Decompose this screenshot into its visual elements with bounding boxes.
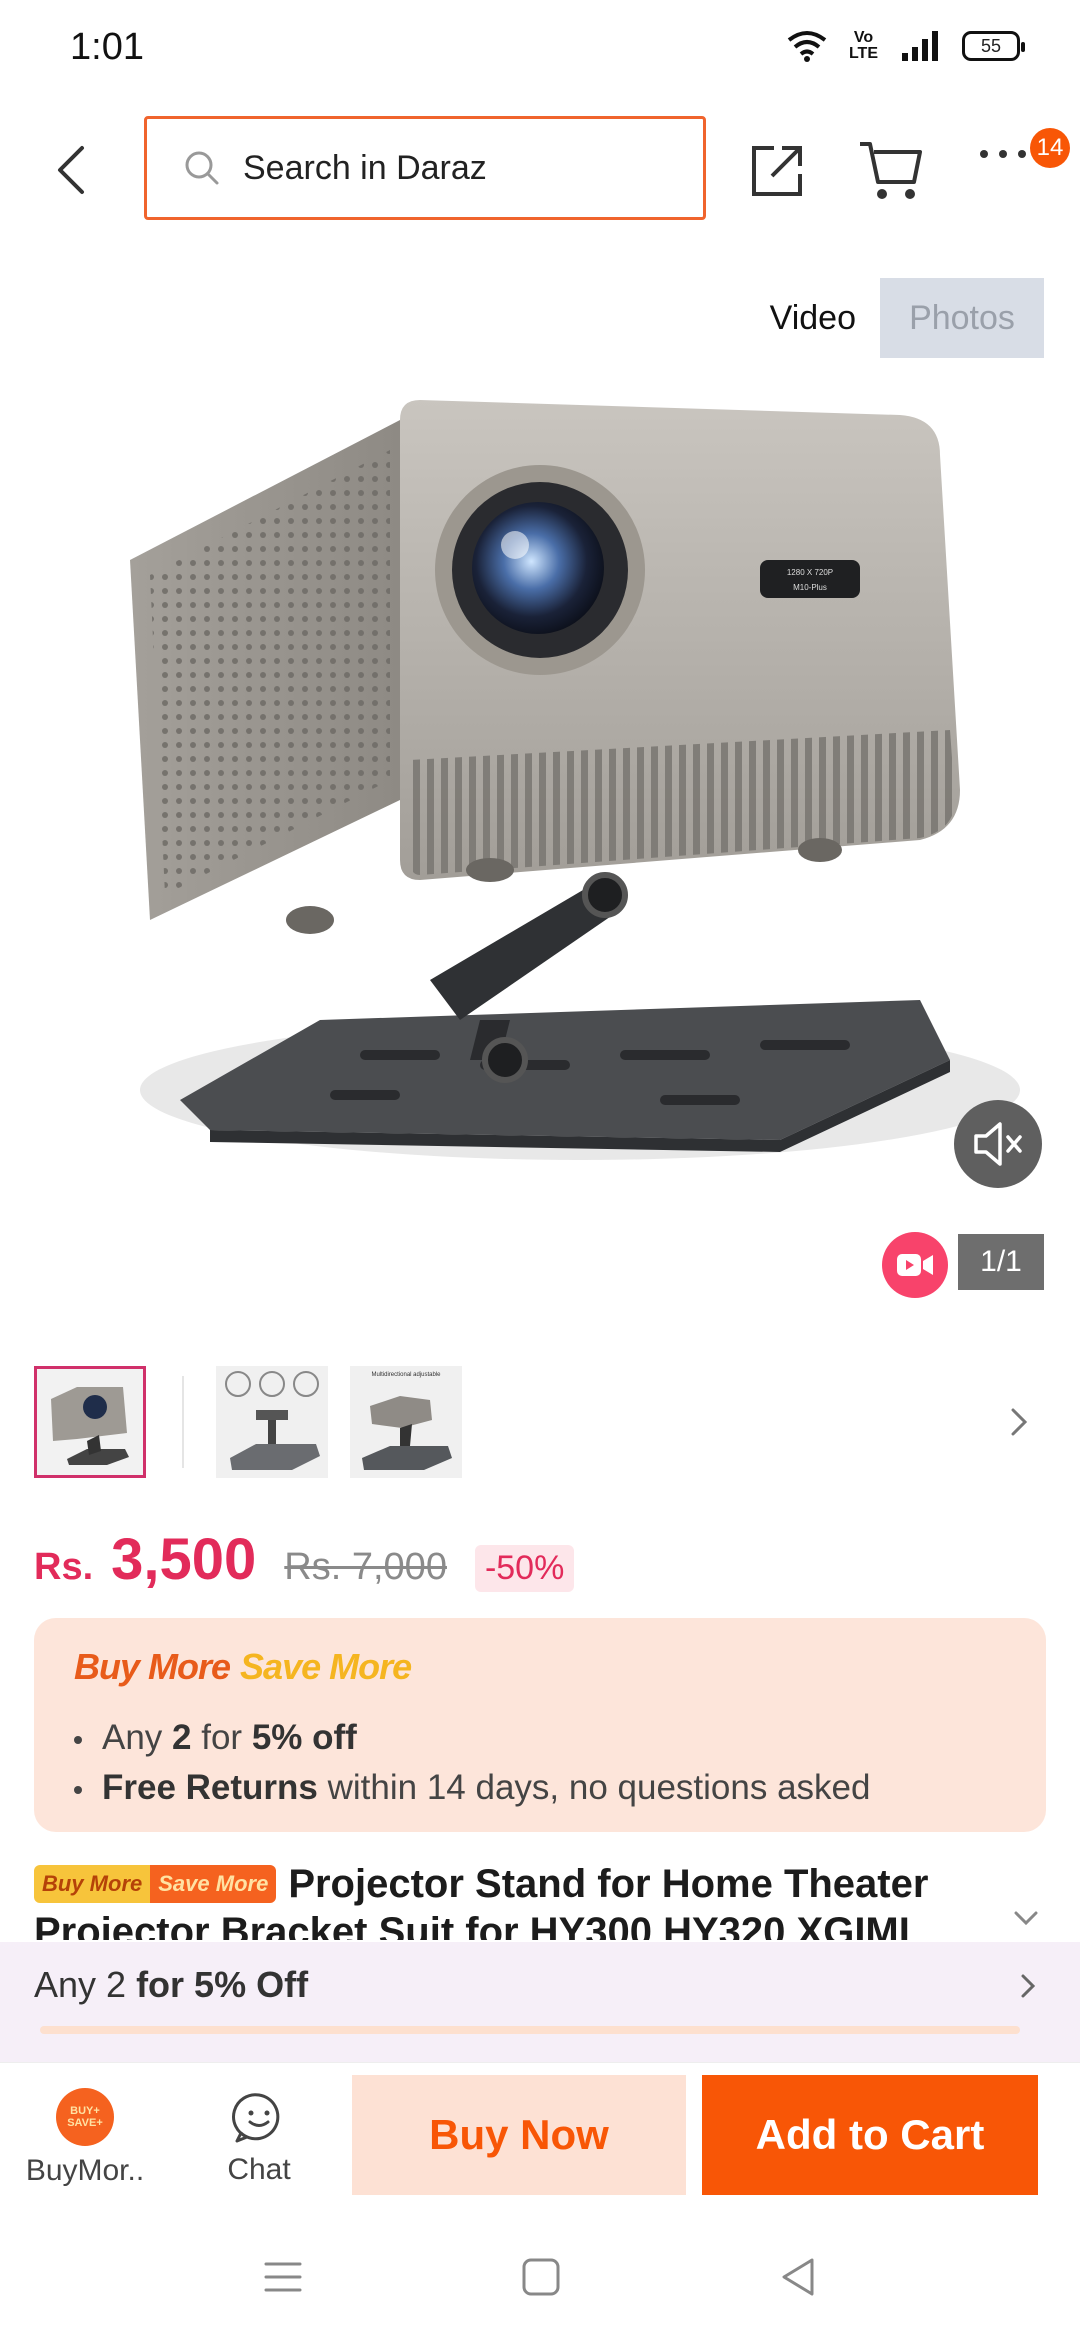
battery-icon: 55 <box>962 31 1025 61</box>
price-currency: Rs. <box>34 1546 94 1588</box>
wifi-icon <box>787 31 827 62</box>
share-button[interactable] <box>748 140 808 200</box>
promo-line-returns: Free Returns within 14 days, no question… <box>74 1768 870 1808</box>
tab-video[interactable]: Video <box>746 278 880 358</box>
volte-icon: Vo LTE <box>848 29 878 62</box>
back-arrow-icon <box>58 146 84 194</box>
thumbnail-1[interactable] <box>34 1366 146 1478</box>
status-time: 1:01 <box>70 26 144 68</box>
video-camera-icon <box>897 1254 933 1276</box>
top-nav: 14 <box>0 110 1080 230</box>
price-row: Rs. 3,500 Rs. 7,000 -50% <box>34 1526 575 1596</box>
play-video-button[interactable] <box>882 1232 948 1298</box>
original-price: Rs. 7,000 <box>284 1546 447 1588</box>
buymore-button[interactable]: BUY+ SAVE+ BuyMor.. <box>0 2063 170 2213</box>
thumbnail-image <box>216 1366 328 1478</box>
add-to-cart-button[interactable]: Add to Cart <box>702 2075 1038 2195</box>
product-label-text: M10-Plus <box>793 583 827 592</box>
chevron-down-icon[interactable] <box>1008 1900 1044 1936</box>
chat-button[interactable]: Chat <box>174 2063 344 2213</box>
buy-more-save-more-icon: BUY+ SAVE+ <box>56 2088 114 2146</box>
buy-more-save-more-badge: Buy More Save More <box>34 1865 277 1903</box>
home-icon[interactable] <box>516 2252 566 2302</box>
status-bar: 1:01 Vo LTE 55 <box>0 0 1080 96</box>
thumbnail-3[interactable]: Multidirectional adjustable <box>350 1366 462 1478</box>
back-button[interactable] <box>44 140 104 200</box>
bundle-progress-bar <box>40 2026 1020 2034</box>
product-label-text: 1280 X 720P <box>787 568 833 577</box>
bundle-offer-bar[interactable]: Any 2 for 5% Off <box>0 1942 1080 2062</box>
buy-now-button[interactable]: Buy Now <box>352 2075 686 2195</box>
thumbnail-2[interactable] <box>216 1366 328 1478</box>
chat-label: Chat <box>227 2153 291 2186</box>
tab-photos[interactable]: Photos <box>880 278 1044 358</box>
product-image[interactable]: 1280 X 720P M10-Plus <box>60 360 1020 1240</box>
promo-line-bundle: Any 2 for 5% off <box>74 1718 357 1758</box>
back-triangle-icon[interactable] <box>774 2252 824 2302</box>
signal-icon <box>902 31 938 61</box>
share-icon <box>752 146 802 196</box>
media-toggle: Video Photos <box>746 278 1044 358</box>
more-options-button[interactable] <box>978 144 1038 184</box>
thumbnail-strip: Multidirectional adjustable <box>34 1366 1044 1480</box>
search-icon <box>185 151 219 185</box>
chevron-right-icon <box>1021 1974 1036 1998</box>
gallery-counter: 1/1 <box>958 1234 1044 1290</box>
chat-icon <box>232 2093 280 2143</box>
promo-title: Buy More Save More <box>74 1646 412 1687</box>
chevron-right-icon[interactable] <box>998 1402 1038 1442</box>
bottom-action-bar: BUY+ SAVE+ BuyMor.. Chat Buy Now Add to C… <box>0 2062 1080 2212</box>
cart-icon <box>860 142 922 199</box>
search-input[interactable] <box>243 148 663 188</box>
thumbnail-image: Multidirectional adjustable <box>350 1366 462 1478</box>
mute-button[interactable] <box>954 1100 1042 1188</box>
menu-icon[interactable] <box>258 2252 308 2302</box>
system-nav-bar <box>0 2212 1080 2340</box>
thumbnail-divider <box>182 1376 184 1468</box>
speaker-muted-icon <box>974 1122 1022 1166</box>
more-dots-icon <box>980 150 1026 158</box>
thumbnail-image <box>37 1369 143 1475</box>
status-icons: Vo LTE 55 <box>787 29 1025 62</box>
thumbnail-caption: Multidirectional adjustable <box>371 1372 441 1378</box>
discount-badge: -50% <box>474 1545 575 1592</box>
bundle-offer-text: Any 2 for 5% Off <box>34 1964 309 2005</box>
promo-card[interactable]: Buy More Save More Any 2 for 5% off Free … <box>34 1618 1046 1832</box>
cart-button[interactable] <box>858 138 924 202</box>
product-title[interactable]: Buy More Save More Projector Stand for Ho… <box>34 1860 1034 1940</box>
cart-count-badge: 14 <box>1030 128 1070 168</box>
buymore-label: BuyMor.. <box>25 2154 145 2187</box>
price-value: 3,500 <box>111 1527 257 1592</box>
search-box[interactable] <box>144 116 706 220</box>
